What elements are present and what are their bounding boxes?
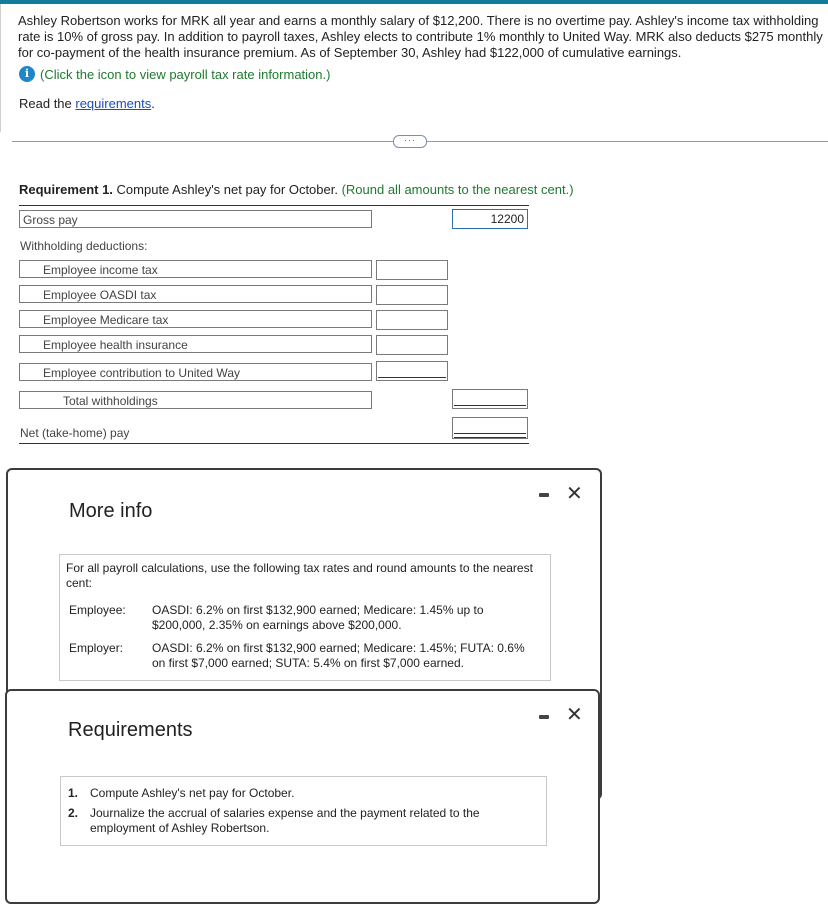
deduction-label-income-tax: Employee income tax [19, 260, 372, 278]
requirements-list-box: 1. Compute Ashley's net pay for October.… [60, 776, 547, 846]
employee-label: Employee: [69, 603, 126, 617]
total-withholdings-underline [454, 405, 526, 406]
requirement-1-label: Requirement 1. [19, 182, 113, 197]
employer-rates: OASDI: 6.2% on first $132,900 earned; Me… [152, 641, 525, 670]
table-bottom-rule [19, 443, 529, 444]
list-item: 1. Compute Ashley's net pay for October. [68, 786, 538, 801]
requirements-link[interactable]: requirements [75, 96, 151, 111]
oasdi-tax-input[interactable] [376, 285, 448, 305]
info-icon[interactable]: i [19, 66, 35, 82]
employee-rates: OASDI: 6.2% on first $132,900 earned; Me… [152, 603, 484, 632]
requirement-1-heading: Requirement 1. Compute Ashley's net pay … [19, 182, 574, 197]
read-suffix: . [151, 96, 155, 111]
tax-rate-intro: For all payroll calculations, use the fo… [66, 561, 533, 590]
read-requirements: Read the requirements. [19, 96, 155, 111]
net-pay-label: Net (take-home) pay [20, 426, 130, 440]
requirement-number: 1. [68, 786, 79, 800]
employer-label: Employer: [69, 641, 124, 655]
close-icon[interactable]: ✕ [566, 705, 583, 725]
rounding-note: (Round all amounts to the nearest cent.) [341, 182, 574, 197]
gross-pay-input[interactable] [452, 209, 528, 229]
more-info-title: More info [69, 500, 153, 522]
gross-pay-label: Gross pay [19, 210, 372, 228]
deduction-label-united-way: Employee contribution to United Way [19, 363, 372, 381]
deduction-label-medicare: Employee Medicare tax [19, 310, 372, 328]
problem-statement: Ashley Robertson works for MRK all year … [18, 13, 823, 60]
income-tax-input[interactable] [376, 260, 448, 280]
close-icon[interactable]: ✕ [566, 484, 583, 504]
deduction-label-health-insurance: Employee health insurance [19, 335, 372, 353]
left-rule [0, 4, 1, 132]
minimize-icon[interactable] [539, 493, 549, 497]
read-prefix: Read the [19, 96, 76, 111]
requirement-1-text: Compute Ashley's net pay for October. [112, 182, 342, 197]
total-withholdings-input[interactable] [452, 389, 528, 409]
list-item: 2. Journalize the accrual of salaries ex… [68, 806, 538, 836]
tax-rate-info-box: For all payroll calculations, use the fo… [59, 554, 551, 681]
minimize-icon[interactable] [539, 715, 549, 719]
employer-rates-row: Employer: OASDI: 6.2% on first $132,900 … [66, 641, 540, 671]
requirement-text: Compute Ashley's net pay for October. [90, 786, 295, 800]
net-pay-double-underline [454, 433, 526, 438]
medicare-tax-input[interactable] [376, 310, 448, 330]
deduction-label-oasdi: Employee OASDI tax [19, 285, 372, 303]
united-way-input[interactable] [376, 361, 448, 381]
health-insurance-input[interactable] [376, 335, 448, 355]
info-line[interactable]: i (Click the icon to view payroll tax ra… [19, 65, 330, 83]
united-way-underline [378, 377, 446, 378]
requirements-modal: Requirements ✕ 1. Compute Ashley's net p… [5, 689, 600, 904]
requirement-text: Journalize the accrual of salaries expen… [90, 806, 480, 835]
info-link[interactable]: (Click the icon to view payroll tax rate… [40, 67, 330, 82]
requirements-list: 1. Compute Ashley's net pay for October.… [68, 786, 538, 836]
total-withholdings-label: Total withholdings [19, 391, 372, 409]
table-top-rule [19, 205, 529, 206]
requirements-title: Requirements [68, 719, 193, 741]
employee-rates-row: Employee: OASDI: 6.2% on first $132,900 … [66, 603, 540, 633]
withholding-label: Withholding deductions: [20, 239, 148, 253]
expand-button[interactable]: ··· [393, 135, 427, 148]
top-accent-bar [0, 0, 828, 4]
requirement-number: 2. [68, 806, 79, 820]
